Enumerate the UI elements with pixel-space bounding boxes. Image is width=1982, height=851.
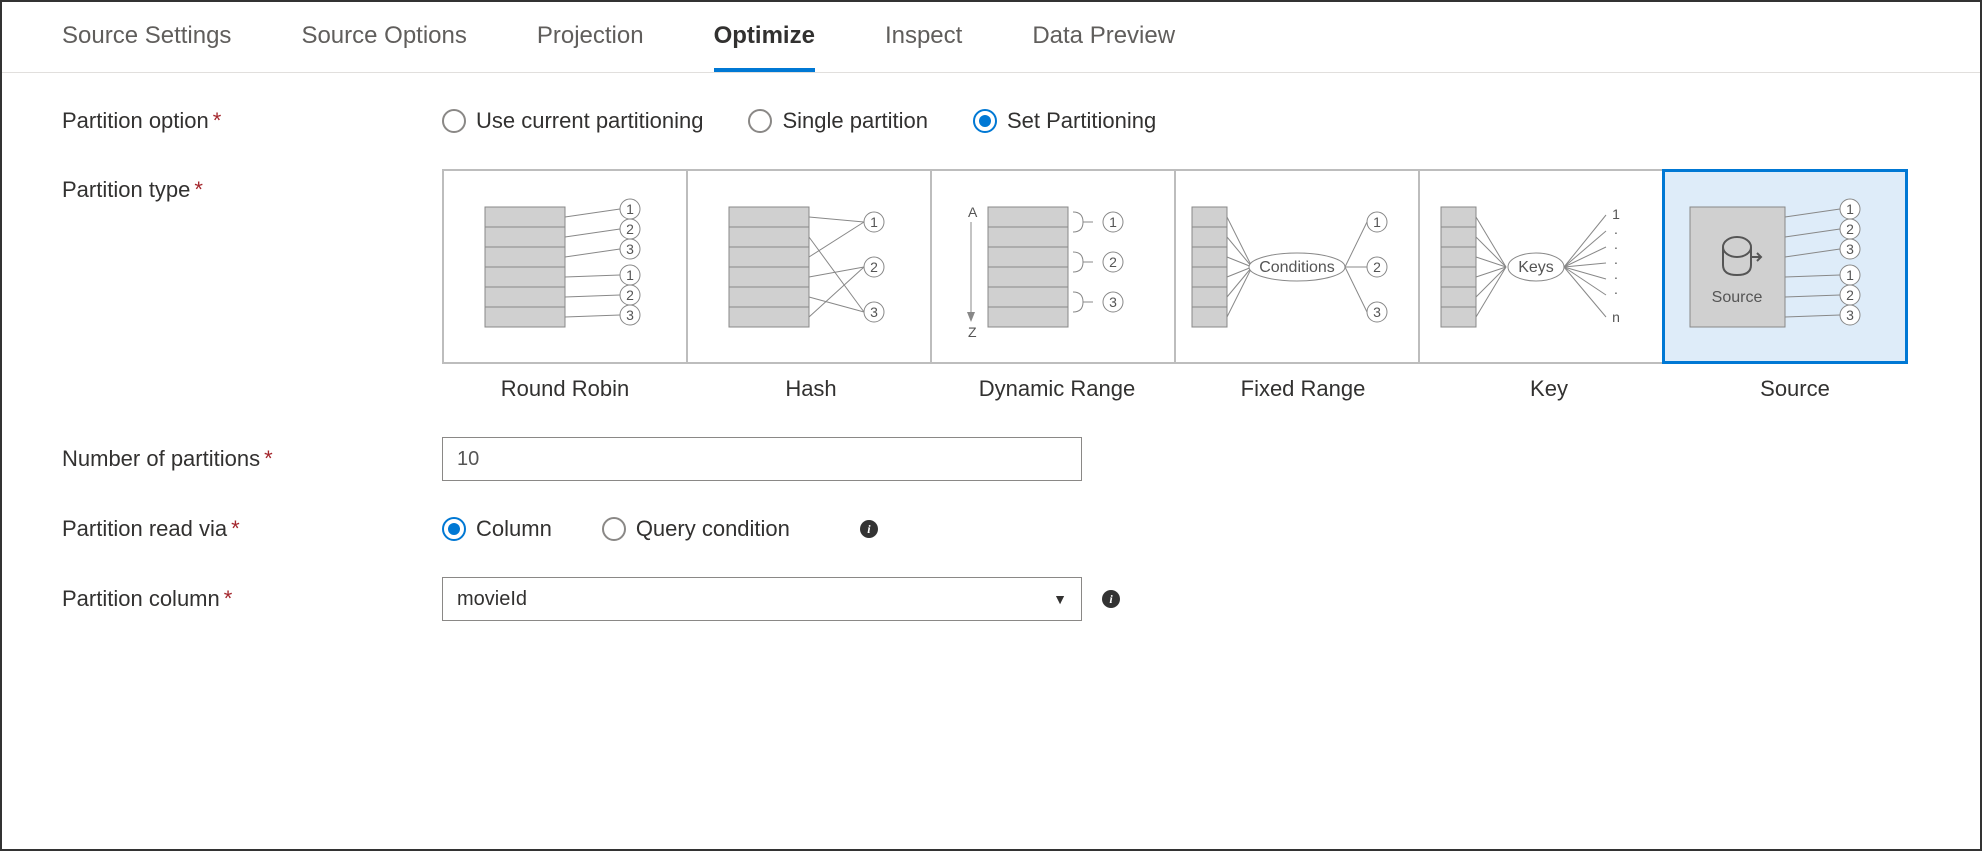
radio-icon xyxy=(442,517,466,541)
svg-text:3: 3 xyxy=(870,304,878,320)
tab-source-options[interactable]: Source Options xyxy=(301,22,466,72)
radio-icon xyxy=(748,109,772,133)
svg-text:·: · xyxy=(1614,284,1619,300)
required-marker: * xyxy=(224,586,233,611)
info-icon[interactable]: i xyxy=(1102,590,1120,608)
radio-label: Query condition xyxy=(636,516,790,542)
svg-text:3: 3 xyxy=(1109,294,1117,310)
partition-option-controls: Use current partitioning Single partitio… xyxy=(442,108,1920,134)
source-icon: Source 1 2 3 1 2 3 xyxy=(1675,187,1895,347)
num-partitions-input[interactable] xyxy=(442,437,1082,481)
required-marker: * xyxy=(213,108,222,133)
svg-text:3: 3 xyxy=(626,241,634,257)
row-partition-read-via: Partition read via* Column Query conditi… xyxy=(62,516,1920,542)
partition-type-round-robin[interactable]: 1 2 3 1 2 3 xyxy=(442,169,688,364)
svg-text:2: 2 xyxy=(1846,221,1854,237)
label-partition-read-via: Partition read via* xyxy=(62,516,442,542)
row-partition-option: Partition option* Use current partitioni… xyxy=(62,108,1920,134)
row-num-partitions: Number of partitions* xyxy=(62,437,1920,481)
svg-text:Z: Z xyxy=(968,324,977,340)
svg-text:2: 2 xyxy=(1373,259,1381,275)
chevron-down-icon: ▼ xyxy=(1053,591,1067,607)
svg-text:Conditions: Conditions xyxy=(1259,259,1335,276)
round-robin-icon: 1 2 3 1 2 3 xyxy=(465,187,665,347)
svg-text:2: 2 xyxy=(870,259,878,275)
svg-text:·: · xyxy=(1614,254,1619,270)
svg-text:2: 2 xyxy=(626,287,634,303)
tab-inspect[interactable]: Inspect xyxy=(885,22,962,72)
type-label-round-robin: Round Robin xyxy=(442,376,688,402)
required-marker: * xyxy=(194,177,203,202)
type-label-source: Source xyxy=(1672,376,1918,402)
partition-type-hash[interactable]: 1 2 3 xyxy=(686,169,932,364)
label-partition-option: Partition option* xyxy=(62,108,442,134)
tabs-bar: Source Settings Source Options Projectio… xyxy=(2,2,1980,73)
fixed-range-icon: Conditions 1 2 3 xyxy=(1182,187,1412,347)
required-marker: * xyxy=(231,516,240,541)
svg-text:2: 2 xyxy=(626,221,634,237)
radio-icon xyxy=(602,517,626,541)
partition-type-fixed-range[interactable]: Conditions 1 2 3 xyxy=(1174,169,1420,364)
radio-set-partitioning[interactable]: Set Partitioning xyxy=(973,108,1156,134)
svg-text:2: 2 xyxy=(1846,287,1854,303)
tab-projection[interactable]: Projection xyxy=(537,22,644,72)
svg-text:1: 1 xyxy=(626,201,634,217)
svg-text:·: · xyxy=(1614,239,1619,255)
radio-use-current-partitioning[interactable]: Use current partitioning xyxy=(442,108,703,134)
svg-text:1: 1 xyxy=(870,214,878,230)
label-num-partitions: Number of partitions* xyxy=(62,446,442,472)
svg-text:Source: Source xyxy=(1712,289,1763,306)
info-icon[interactable]: i xyxy=(860,520,878,538)
key-icon: Keys 1 · · · · · n xyxy=(1431,187,1651,347)
svg-text:1: 1 xyxy=(626,267,634,283)
svg-text:3: 3 xyxy=(1373,304,1381,320)
svg-text:n: n xyxy=(1612,309,1620,325)
type-label-hash: Hash xyxy=(688,376,934,402)
svg-text:1: 1 xyxy=(1373,214,1381,230)
label-partition-type: Partition type* xyxy=(62,169,442,203)
tab-source-settings[interactable]: Source Settings xyxy=(62,22,231,72)
partition-type-source[interactable]: Source 1 2 3 1 2 3 xyxy=(1662,169,1908,364)
dynamic-range-icon: A Z 1 2 3 xyxy=(953,187,1153,347)
svg-text:2: 2 xyxy=(1109,254,1117,270)
label-partition-column: Partition column* xyxy=(62,586,442,612)
partition-type-dynamic-range[interactable]: A Z 1 2 3 xyxy=(930,169,1176,364)
svg-text:·: · xyxy=(1614,269,1619,285)
radio-single-partition[interactable]: Single partition xyxy=(748,108,928,134)
tab-optimize[interactable]: Optimize xyxy=(714,22,815,72)
svg-text:A: A xyxy=(968,204,978,220)
required-marker: * xyxy=(264,446,273,471)
radio-icon xyxy=(973,109,997,133)
partition-type-key[interactable]: Keys 1 · · · · · n xyxy=(1418,169,1664,364)
radio-label: Set Partitioning xyxy=(1007,108,1156,134)
partition-column-dropdown[interactable]: movieId ▼ xyxy=(442,577,1082,621)
radio-query-condition[interactable]: Query condition xyxy=(602,516,790,542)
radio-label: Single partition xyxy=(782,108,928,134)
tab-data-preview[interactable]: Data Preview xyxy=(1032,22,1175,72)
type-label-dynamic-range: Dynamic Range xyxy=(934,376,1180,402)
radio-column[interactable]: Column xyxy=(442,516,552,542)
svg-text:3: 3 xyxy=(1846,241,1854,257)
radio-label: Column xyxy=(476,516,552,542)
svg-text:1: 1 xyxy=(1846,267,1854,283)
type-label-key: Key xyxy=(1426,376,1672,402)
svg-text:1: 1 xyxy=(1846,201,1854,217)
radio-icon xyxy=(442,109,466,133)
content-area: Partition option* Use current partitioni… xyxy=(2,73,1980,656)
hash-icon: 1 2 3 xyxy=(709,187,909,347)
svg-text:·: · xyxy=(1614,224,1619,240)
svg-text:1: 1 xyxy=(1612,206,1620,222)
svg-text:3: 3 xyxy=(626,307,634,323)
svg-text:1: 1 xyxy=(1109,214,1117,230)
dropdown-value: movieId xyxy=(457,588,527,611)
svg-text:3: 3 xyxy=(1846,307,1854,323)
row-partition-type: Partition type* 1 2 3 1 2 3 xyxy=(62,169,1920,402)
row-partition-column: Partition column* movieId ▼ i xyxy=(62,577,1920,621)
type-label-fixed-range: Fixed Range xyxy=(1180,376,1426,402)
radio-label: Use current partitioning xyxy=(476,108,703,134)
svg-text:Keys: Keys xyxy=(1518,259,1554,276)
partition-type-controls: 1 2 3 1 2 3 1 2 3 xyxy=(442,169,1918,402)
